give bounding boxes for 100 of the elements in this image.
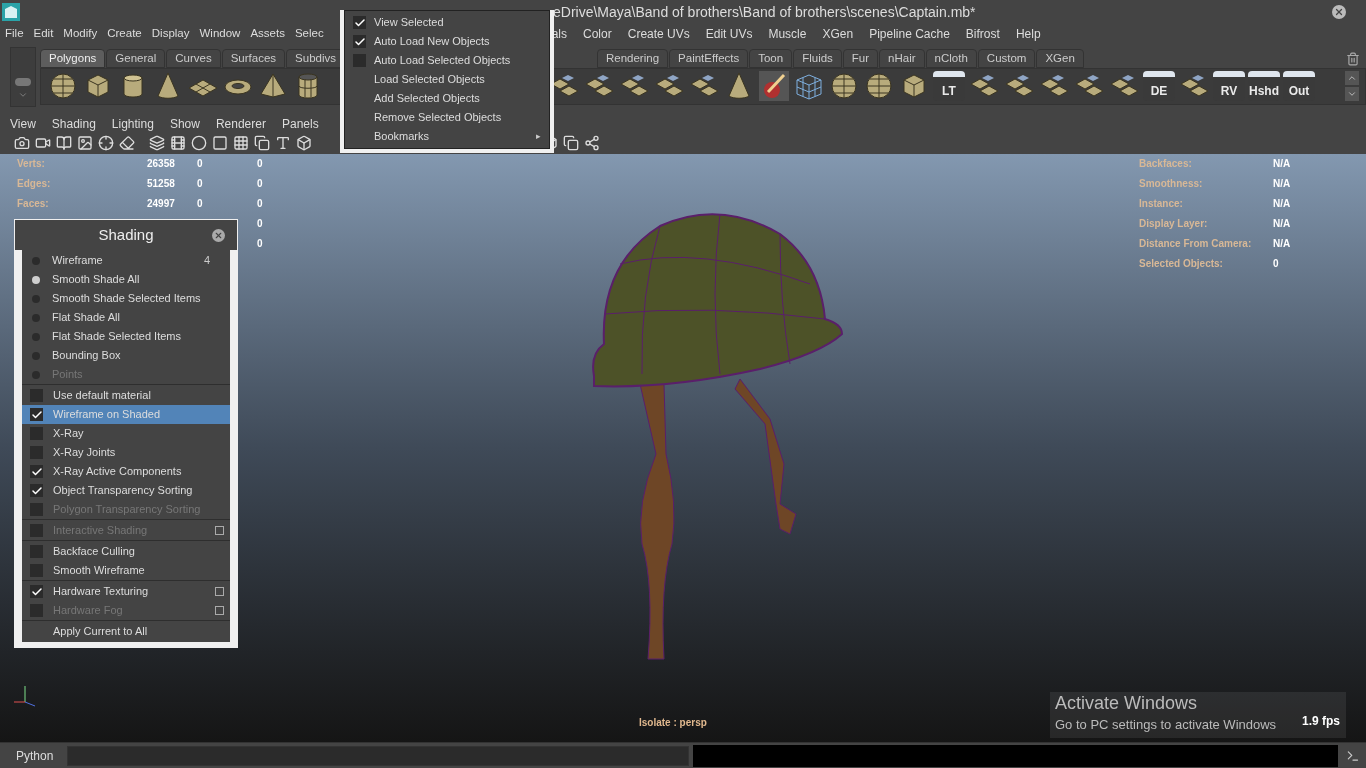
script-editor-icon[interactable] (1346, 748, 1360, 763)
cube-icon[interactable] (296, 134, 312, 151)
shelf-tab[interactable]: PaintEffects (669, 48, 749, 68)
menu-item[interactable]: Load Selected Objects (345, 70, 549, 89)
radio-button[interactable] (32, 256, 40, 265)
trash-icon[interactable] (1346, 51, 1360, 66)
shelf-tab[interactable]: Surfaces (221, 48, 286, 68)
radio-button[interactable] (32, 313, 40, 322)
menu-bar-item[interactable]: XGen (814, 24, 862, 43)
brush-icon[interactable] (758, 70, 790, 103)
panel-menu-item[interactable]: Lighting (103, 115, 162, 133)
shelf-tab[interactable]: Fur (842, 48, 879, 68)
menu-bar-item[interactable]: Modify (58, 24, 103, 43)
language-label[interactable]: Python (6, 746, 64, 765)
menu-item[interactable]: Bounding Box (22, 346, 230, 365)
shelf-tab[interactable]: XGen (1036, 48, 1084, 68)
panel-menu-item[interactable]: Panels (273, 115, 327, 133)
menu-bar-item[interactable]: Bifrost (957, 24, 1008, 43)
panel-menu-item[interactable]: Renderer (207, 115, 274, 133)
checkbox[interactable] (30, 446, 43, 459)
menu-bar-item[interactable]: Pipeline Cache (861, 24, 958, 43)
crosshair-icon[interactable] (98, 134, 114, 151)
shelf-tab[interactable]: Rendering (597, 48, 669, 68)
menu-item[interactable]: Apply Current to All (22, 622, 230, 641)
option-box[interactable] (215, 587, 224, 596)
menu-item[interactable]: Hardware Texturing (22, 582, 230, 601)
share-icon[interactable] (584, 134, 600, 151)
menu-item[interactable]: Add Selected Objects (345, 89, 549, 108)
square-icon[interactable] (212, 134, 228, 151)
checkbox[interactable] (30, 564, 43, 577)
checkbox[interactable] (30, 465, 43, 478)
menu-item[interactable]: Flat Shade Selected Items (22, 327, 230, 346)
shelf-tab[interactable]: Toon (749, 48, 793, 68)
camera-icon[interactable] (14, 134, 30, 151)
close-button[interactable] (1332, 5, 1346, 19)
menu-item[interactable]: Bookmarks ▸ (345, 127, 549, 146)
book-icon[interactable] (56, 134, 72, 151)
shelf-tab[interactable]: Custom (977, 48, 1036, 68)
copy-icon[interactable] (563, 134, 579, 151)
helmet-drawing[interactable] (592, 213, 843, 660)
checkbox[interactable] (30, 389, 43, 402)
checkbox[interactable] (353, 16, 366, 29)
close-button[interactable] (212, 228, 225, 242)
shelf-tab[interactable]: nHair (879, 48, 925, 68)
radio-button[interactable] (32, 294, 40, 303)
checkbox[interactable] (353, 54, 366, 67)
panel-menu-item[interactable]: View (2, 115, 44, 133)
shelf-tab[interactable]: General (106, 48, 166, 68)
panel-menu-item[interactable]: Shading (43, 115, 104, 133)
menu-bar-item[interactable]: Muscle (760, 24, 815, 43)
eraser-icon[interactable] (119, 134, 135, 151)
menu-item[interactable]: Smooth Shade Selected Items (22, 289, 230, 308)
menu-item[interactable]: Flat Shade All (22, 308, 230, 327)
command-input[interactable] (67, 745, 689, 766)
menu-bar-item[interactable]: Display (146, 24, 195, 43)
radio-button[interactable] (32, 332, 40, 341)
menu-item[interactable]: Smooth Shade All (22, 270, 230, 289)
checkbox[interactable] (30, 585, 43, 598)
radio-button[interactable] (32, 275, 40, 284)
menu-item[interactable]: Backface Culling (22, 542, 230, 561)
menu-bar-item[interactable]: Selec (289, 24, 329, 43)
shelf-tab[interactable]: nCloth (925, 48, 977, 68)
menu-item[interactable]: X-Ray (22, 424, 230, 443)
menu-item[interactable]: X-Ray Active Components (22, 462, 230, 481)
checkbox[interactable] (30, 484, 43, 497)
menu-bar-item[interactable]: Window (194, 24, 246, 43)
menu-bar-item[interactable]: Color (575, 24, 620, 43)
shelf-tab[interactable]: Polygons (40, 48, 106, 68)
menu-item[interactable]: Use default material (22, 386, 230, 405)
text-icon[interactable] (275, 134, 291, 151)
image-icon[interactable] (77, 134, 93, 151)
checkbox[interactable] (30, 545, 43, 558)
menu-item[interactable]: Object Transparency Sorting (22, 481, 230, 500)
shelf-handle[interactable] (10, 47, 36, 107)
checkbox[interactable] (30, 408, 43, 421)
scroll-down-button[interactable] (1345, 87, 1359, 102)
scroll-up-button[interactable] (1345, 71, 1359, 86)
menu-item[interactable]: Smooth Wireframe (22, 561, 230, 580)
menu-item[interactable]: Remove Selected Objects (345, 108, 549, 127)
menu-bar-item[interactable]: Edit (28, 24, 59, 43)
film-icon[interactable] (170, 134, 186, 151)
layers-icon[interactable] (149, 134, 165, 151)
menu-bar-item[interactable]: Create (102, 24, 147, 43)
shelf-tab[interactable]: Curves (166, 48, 221, 68)
radio-button[interactable] (32, 351, 40, 360)
menu-bar-item[interactable]: Assets (245, 24, 290, 43)
menu-item[interactable]: Auto Load Selected Objects (345, 51, 549, 70)
viewport[interactable] (0, 154, 1366, 742)
menu-item[interactable]: View Selected (345, 13, 549, 32)
copy-icon[interactable] (254, 134, 270, 151)
menu-item[interactable]: X-Ray Joints (22, 443, 230, 462)
checkbox[interactable] (30, 427, 43, 440)
shelf-tab[interactable]: Fluids (793, 48, 842, 68)
menu-bar-item[interactable]: Edit UVs (697, 24, 761, 43)
menu-bar-item[interactable]: Help (1007, 24, 1049, 43)
menu-item[interactable]: Auto Load New Objects (345, 32, 549, 51)
panel-menu-item[interactable]: Show (161, 115, 208, 133)
grid-icon[interactable] (233, 134, 249, 151)
checkbox[interactable] (353, 35, 366, 48)
menu-bar-item[interactable]: Create UVs (619, 24, 698, 43)
